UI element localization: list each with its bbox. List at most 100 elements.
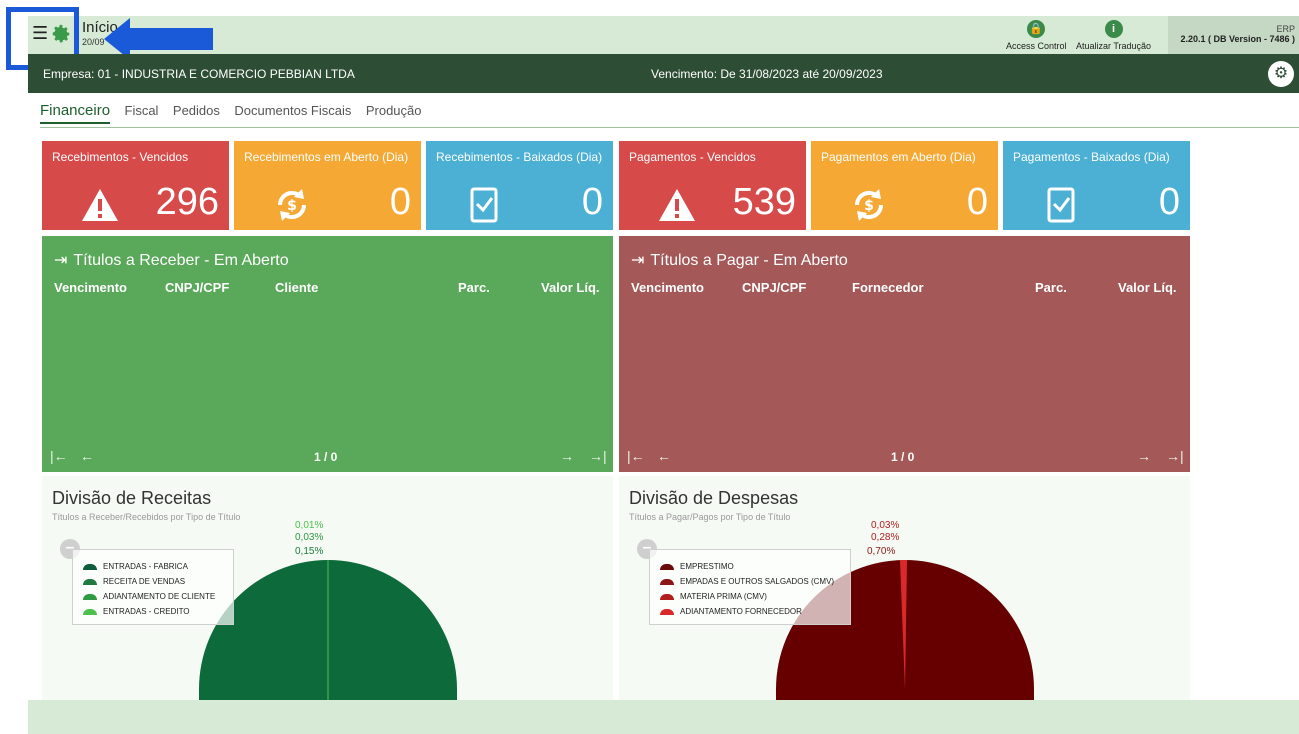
footer-bar (28, 700, 1299, 734)
last-page-button[interactable]: →| (589, 448, 607, 464)
col-valor-liq[interactable]: Valor Líq. (541, 280, 600, 295)
tab-producao[interactable]: Produção (366, 103, 422, 121)
due-range-label: Vencimento: De 31/08/2023 até 20/09/2023 (651, 67, 883, 81)
pagination-label: 1 / 0 (891, 450, 915, 464)
access-control-label: Access Control (1006, 41, 1067, 51)
panel-title-text: Títulos a Pagar - Em Aberto (650, 252, 848, 269)
version-box: ERP 2.20.1 ( DB Version - 7486 ) (1168, 16, 1299, 54)
chart-receitas: Divisão de Receitas Títulos a Receber/Re… (42, 476, 613, 716)
legend-item[interactable]: RECEITA DE VENDAS (83, 577, 185, 586)
chart-title: Divisão de Receitas (52, 488, 212, 508)
col-parc[interactable]: Parc. (458, 280, 490, 295)
col-cnpj[interactable]: CNPJ/CPF (165, 280, 229, 295)
money-refresh-icon: $ (277, 189, 307, 221)
settings-gear-icon[interactable]: ⚙ (1268, 61, 1294, 87)
lock-icon: 🔒 (1027, 20, 1046, 38)
sign-in-icon: ⇥ (54, 252, 68, 269)
panel-title: ⇥ Títulos a Pagar - Em Aberto (631, 250, 848, 270)
prev-page-button[interactable]: ← (80, 448, 94, 464)
legend-item[interactable]: ADIANTAMENTO FORNECEDOR (660, 607, 802, 616)
atualizar-traducao-label: Atualizar Tradução (1076, 41, 1152, 51)
card-value: 0 (581, 181, 603, 223)
col-fornecedor[interactable]: Fornecedor (852, 280, 924, 295)
pagination-label: 1 / 0 (314, 450, 338, 464)
card-recebimentos-aberto[interactable]: Recebimentos em Aberto (Dia) $ 0 (234, 141, 421, 230)
data-label: 0,15% (295, 546, 324, 557)
pie-chart[interactable] (199, 560, 457, 700)
tabs-divider (40, 127, 1299, 128)
legend-item[interactable]: ADIANTAMENTO DE CLIENTE (83, 592, 215, 601)
card-label: Recebimentos - Vencidos (52, 150, 189, 164)
tab-fiscal[interactable]: Fiscal (125, 103, 159, 121)
card-label: Recebimentos em Aberto (Dia) (244, 150, 409, 164)
tab-bar: Financeiro Fiscal Pedidos Documentos Fis… (40, 102, 432, 128)
warning-icon (82, 189, 118, 221)
panel-titulos-pagar: ⇥ Títulos a Pagar - Em Aberto Vencimento … (619, 236, 1190, 472)
chart-despesas: Divisão de Despesas Títulos a Pagar/Pago… (619, 476, 1190, 716)
panel-title: ⇥ Títulos a Receber - Em Aberto (54, 250, 289, 270)
data-label: 0,03% (871, 520, 900, 531)
col-cnpj[interactable]: CNPJ/CPF (742, 280, 806, 295)
money-refresh-icon: $ (854, 189, 884, 221)
data-label: 0,70% (867, 546, 896, 557)
panel-title-text: Títulos a Receber - Em Aberto (73, 252, 289, 269)
chart-subtitle: Títulos a Receber/Recebidos por Tipo de … (52, 512, 241, 522)
legend-item[interactable]: MATERIA PRIMA (CMV) (660, 592, 767, 601)
svg-text:$: $ (287, 198, 297, 214)
legend-item[interactable]: ENTRADAS - CREDITO (83, 607, 190, 616)
company-bar: Empresa: 01 - INDUSTRIA E COMERCIO PEBBI… (28, 54, 1299, 93)
prev-page-button[interactable]: ← (657, 448, 671, 464)
chart-legend: EMPRESTIMO EMPADAS E OUTROS SALGADOS (CM… (649, 549, 851, 625)
legend-item[interactable]: EMPRESTIMO (660, 562, 734, 571)
card-pagamentos-vencidos[interactable]: Pagamentos - Vencidos 539 (619, 141, 806, 230)
card-label: Pagamentos - Baixados (Dia) (1013, 150, 1170, 164)
company-label: Empresa: 01 - INDUSTRIA E COMERCIO PEBBI… (43, 67, 355, 81)
info-icon: i (1104, 20, 1123, 38)
card-value: 539 (732, 181, 796, 223)
card-recebimentos-baixados[interactable]: Recebimentos - Baixados (Dia) 0 (426, 141, 613, 230)
chart-title: Divisão de Despesas (629, 488, 799, 508)
col-parc[interactable]: Parc. (1035, 280, 1067, 295)
last-page-button[interactable]: →| (1166, 448, 1184, 464)
chart-legend: ENTRADAS - FABRICA RECEITA DE VENDAS ADI… (72, 549, 234, 625)
checked-document-icon (470, 187, 498, 223)
legend-item[interactable]: EMPADAS E OUTROS SALGADOS (CMV) (660, 577, 834, 586)
col-valor-liq[interactable]: Valor Líq. (1118, 280, 1177, 295)
card-value: 296 (155, 181, 219, 223)
card-label: Pagamentos em Aberto (Dia) (821, 150, 976, 164)
card-recebimentos-vencidos[interactable]: Recebimentos - Vencidos 296 (42, 141, 229, 230)
data-label: 0,03% (295, 532, 324, 543)
col-vencimento[interactable]: Vencimento (54, 280, 127, 295)
tab-pedidos[interactable]: Pedidos (173, 103, 220, 121)
col-vencimento[interactable]: Vencimento (631, 280, 704, 295)
tab-financeiro[interactable]: Financeiro (40, 102, 111, 124)
svg-text:$: $ (864, 198, 874, 214)
card-value: 0 (389, 181, 411, 223)
next-page-button[interactable]: → (560, 448, 574, 464)
data-label: 0,01% (295, 520, 324, 531)
app-window: ☰ Início 20/09 🔒 Access Control i Atuali… (6, 7, 1299, 734)
header-date: 20/09 (82, 37, 105, 47)
legend-item[interactable]: ENTRADAS - FABRICA (83, 562, 188, 571)
erp-label: ERP (1276, 24, 1295, 34)
first-page-button[interactable]: |← (627, 448, 645, 464)
warning-icon (659, 189, 695, 221)
checked-document-icon (1047, 187, 1075, 223)
chart-subtitle: Títulos a Pagar/Pagos por Tipo de Título (629, 512, 791, 522)
top-header: ☰ Início 20/09 🔒 Access Control i Atuali… (6, 7, 1299, 70)
access-control-button[interactable]: 🔒 Access Control (1006, 20, 1067, 51)
panel-titulos-receber: ⇥ Títulos a Receber - Em Aberto Venciment… (42, 236, 613, 472)
card-label: Recebimentos - Baixados (Dia) (436, 150, 603, 164)
card-pagamentos-baixados[interactable]: Pagamentos - Baixados (Dia) 0 (1003, 141, 1190, 230)
version-label: 2.20.1 ( DB Version - 7486 ) (1180, 34, 1295, 44)
next-page-button[interactable]: → (1137, 448, 1151, 464)
card-value: 0 (1158, 181, 1180, 223)
tab-documentos-fiscais[interactable]: Documentos Fiscais (234, 103, 351, 121)
atualizar-traducao-button[interactable]: i Atualizar Tradução (1076, 20, 1151, 51)
first-page-button[interactable]: |← (50, 448, 68, 464)
data-label: 0,28% (871, 532, 900, 543)
card-value: 0 (966, 181, 988, 223)
card-label: Pagamentos - Vencidos (629, 150, 756, 164)
card-pagamentos-aberto[interactable]: Pagamentos em Aberto (Dia) $ 0 (811, 141, 998, 230)
col-cliente[interactable]: Cliente (275, 280, 318, 295)
